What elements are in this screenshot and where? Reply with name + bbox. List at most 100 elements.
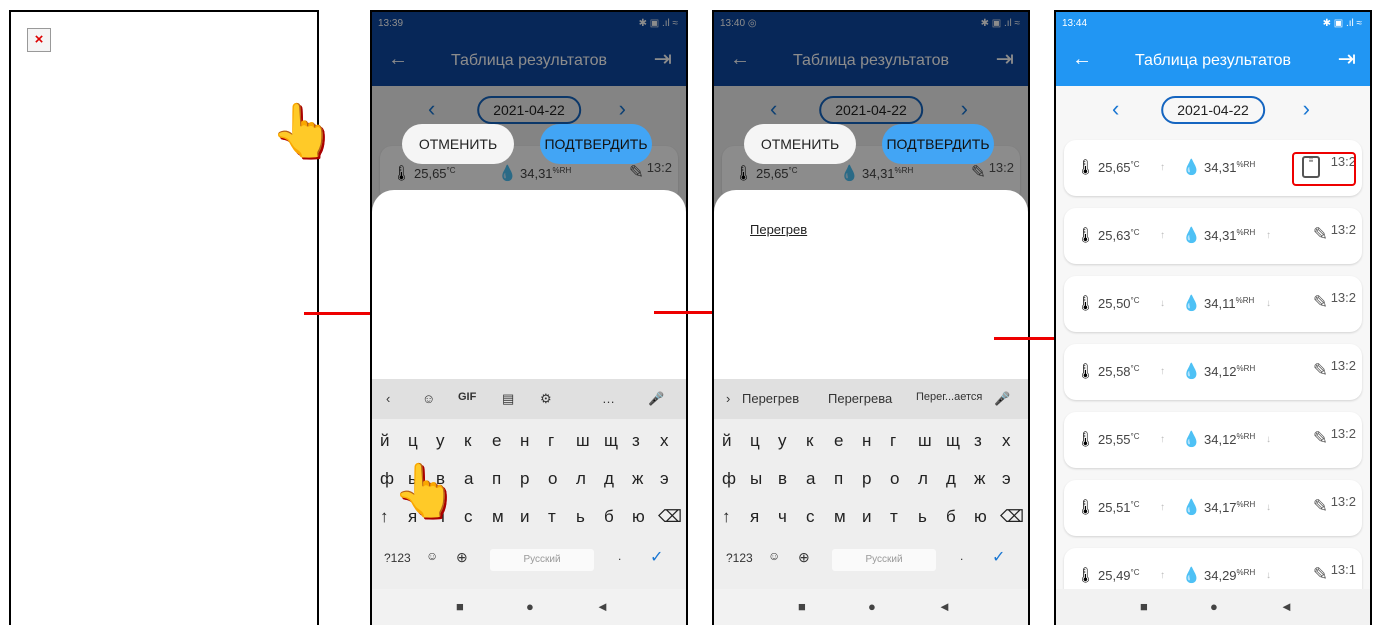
key[interactable]: а <box>806 469 815 489</box>
enter-key[interactable]: ✓ <box>992 547 1005 567</box>
globe-icon[interactable]: ⊕ <box>798 549 810 566</box>
edit-icon[interactable]: ✎ <box>1313 428 1328 449</box>
back-icon[interactable]: ◄ <box>596 599 609 614</box>
space-key[interactable]: Русский <box>490 549 594 571</box>
confirm-button[interactable]: ПОДТВЕРДИТЬ <box>540 124 652 164</box>
key[interactable]: й <box>380 431 390 451</box>
backspace-key[interactable]: ⌫ <box>1000 507 1024 527</box>
key[interactable]: е <box>834 431 843 451</box>
key[interactable]: л <box>576 469 586 489</box>
key[interactable]: д <box>946 469 956 489</box>
back-icon[interactable]: ◄ <box>938 599 951 614</box>
key[interactable]: ш <box>918 431 932 451</box>
key[interactable]: щ <box>946 431 960 451</box>
table-row[interactable]: 🌡 25,65°C ↑ 💧 34,31%RH ≡ 13:2 <box>1064 140 1362 196</box>
key[interactable]: г <box>548 431 554 451</box>
prev-date-icon[interactable]: ‹ <box>1112 96 1119 122</box>
recents-icon[interactable]: ■ <box>798 599 806 614</box>
date-selector[interactable]: 2021-04-22 <box>1161 96 1265 124</box>
key[interactable]: э <box>660 469 669 489</box>
next-date-icon[interactable]: › <box>1303 96 1310 122</box>
key[interactable]: м <box>492 507 504 527</box>
edit-icon[interactable]: ✎ <box>1313 564 1328 585</box>
symbols-key[interactable]: ?123 <box>726 551 753 565</box>
key[interactable]: я <box>750 507 759 527</box>
edit-icon[interactable]: ✎ <box>1313 224 1328 245</box>
home-icon[interactable]: ● <box>526 599 534 614</box>
recents-icon[interactable]: ■ <box>1140 599 1148 614</box>
table-row[interactable]: 🌡 25,51°C ↑ 💧 34,17%RH ↓ ✎ 13:2 <box>1064 480 1362 536</box>
key[interactable]: п <box>834 469 843 489</box>
period-key[interactable]: . <box>618 549 621 563</box>
key[interactable]: д <box>604 469 614 489</box>
key[interactable]: о <box>548 469 557 489</box>
key[interactable]: з <box>974 431 982 451</box>
key[interactable]: н <box>520 431 529 451</box>
key[interactable]: о <box>890 469 899 489</box>
logout-icon[interactable]: ⇥ <box>1338 46 1356 72</box>
key[interactable]: б <box>604 507 614 527</box>
clipboard-icon[interactable]: ▤ <box>502 391 514 407</box>
key[interactable]: ч <box>778 507 787 527</box>
confirm-button[interactable]: ПОДТВЕРДИТЬ <box>882 124 994 164</box>
suggestion-item[interactable]: Перегрева <box>828 391 892 406</box>
mic-icon[interactable]: 🎤 <box>648 391 664 407</box>
key[interactable]: н <box>862 431 871 451</box>
back-icon[interactable]: ◄ <box>1280 599 1293 614</box>
mic-icon[interactable]: 🎤 <box>994 391 1010 407</box>
key[interactable]: й <box>722 431 732 451</box>
key[interactable]: к <box>464 431 471 451</box>
sticker-icon[interactable]: ☺ <box>422 391 435 406</box>
home-icon[interactable]: ● <box>868 599 876 614</box>
shift-key[interactable]: ↑ <box>722 507 731 527</box>
note-text[interactable]: Перегрев <box>750 222 807 237</box>
key[interactable]: л <box>918 469 928 489</box>
key[interactable]: ц <box>408 431 418 451</box>
key[interactable]: з <box>632 431 640 451</box>
key[interactable]: ц <box>750 431 760 451</box>
space-key[interactable]: Русский <box>832 549 936 571</box>
table-row[interactable]: 🌡 25,55°C ↑ 💧 34,12%RH ↓ ✎ 13:2 <box>1064 412 1362 468</box>
symbols-key[interactable]: ?123 <box>384 551 411 565</box>
key[interactable]: е <box>492 431 501 451</box>
key[interactable]: ы <box>750 469 762 489</box>
key[interactable]: щ <box>604 431 618 451</box>
key[interactable]: х <box>1002 431 1011 451</box>
key[interactable]: ю <box>632 507 645 527</box>
key[interactable]: а <box>464 469 473 489</box>
recents-icon[interactable]: ■ <box>456 599 464 614</box>
key[interactable]: э <box>1002 469 1011 489</box>
period-key[interactable]: . <box>960 549 963 563</box>
table-row[interactable]: 🌡 25,50°C ↓ 💧 34,11%RH ↓ ✎ 13:2 <box>1064 276 1362 332</box>
key[interactable]: п <box>492 469 501 489</box>
key[interactable]: ь <box>918 507 927 527</box>
key[interactable]: м <box>834 507 846 527</box>
key[interactable]: р <box>862 469 871 489</box>
enter-key[interactable]: ✓ <box>650 547 663 567</box>
key[interactable]: т <box>890 507 898 527</box>
edit-icon[interactable]: ✎ <box>1313 292 1328 313</box>
key[interactable]: х <box>660 431 669 451</box>
edit-icon[interactable]: ✎ <box>1313 360 1328 381</box>
key[interactable]: с <box>806 507 815 527</box>
suggestion-item[interactable]: Перег...ается <box>916 391 982 403</box>
suggestion-item[interactable]: Перегрев <box>742 391 799 406</box>
key[interactable]: ж <box>974 469 985 489</box>
cancel-button[interactable]: ОТМЕНИТЬ <box>402 124 514 164</box>
key[interactable]: в <box>778 469 787 489</box>
gif-button[interactable]: GIF <box>458 391 476 403</box>
key[interactable]: ю <box>974 507 987 527</box>
emoji-icon[interactable]: ☺ <box>426 549 438 563</box>
edit-icon[interactable]: ✎ <box>1313 496 1328 517</box>
key[interactable]: ж <box>632 469 643 489</box>
backspace-key[interactable]: ⌫ <box>658 507 682 527</box>
key[interactable]: ь <box>576 507 585 527</box>
key[interactable]: у <box>778 431 787 451</box>
shift-key[interactable]: ↑ <box>380 507 389 527</box>
key[interactable]: т <box>548 507 556 527</box>
table-row[interactable]: 🌡 25,63°C ↑ 💧 34,31%RH ↑ ✎ 13:2 <box>1064 208 1362 264</box>
cancel-button[interactable]: ОТМЕНИТЬ <box>744 124 856 164</box>
key[interactable]: б <box>946 507 956 527</box>
home-icon[interactable]: ● <box>1210 599 1218 614</box>
emoji-icon[interactable]: ☺ <box>768 549 780 563</box>
